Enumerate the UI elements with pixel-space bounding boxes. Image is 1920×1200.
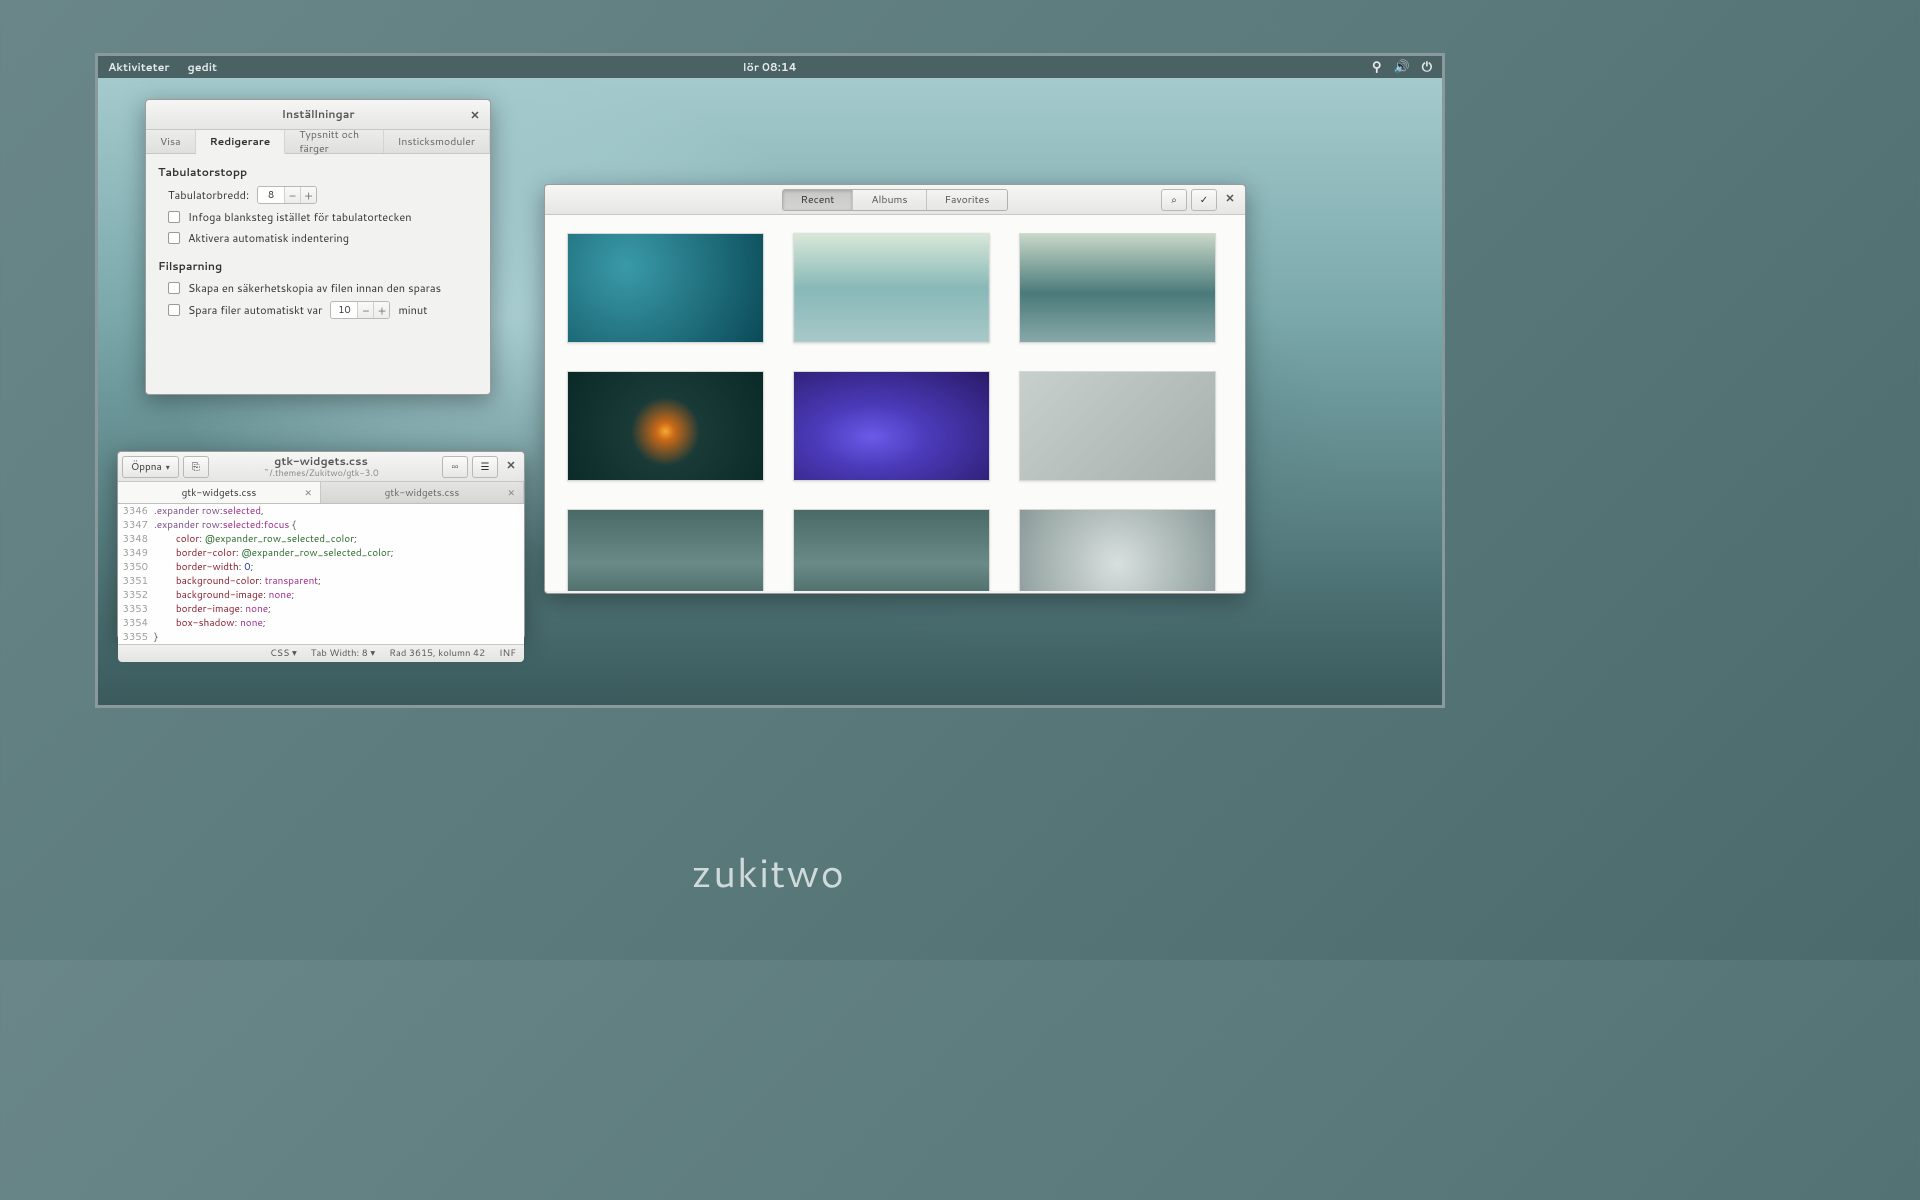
power-icon[interactable]: ⏻ bbox=[1422, 58, 1432, 76]
preferences-title: Inställningar bbox=[282, 108, 355, 121]
status-lang[interactable]: CSS ▾ bbox=[270, 647, 297, 660]
gedit-tabs: gtk-widgets.css✕ gtk-widgets.css✕ bbox=[118, 482, 524, 504]
label-insert-spaces: Infoga blanksteg istället för tabulatort… bbox=[188, 209, 412, 225]
hamburger-menu-button[interactable]: ☰ bbox=[472, 456, 498, 478]
close-icon[interactable]: ✕ bbox=[466, 106, 484, 124]
volume-icon[interactable]: 🔊 bbox=[1394, 58, 1410, 76]
code-editor[interactable]: 3346.expander row:selected,3347.expander… bbox=[118, 504, 524, 644]
thumbnail[interactable] bbox=[567, 371, 764, 481]
preferences-window: Inställningar ✕ Visa Redigerare Typsnitt… bbox=[145, 99, 491, 395]
thumbnail[interactable] bbox=[1019, 371, 1216, 481]
new-tab-button[interactable]: ⎘ bbox=[183, 456, 209, 478]
search-icon[interactable]: ⌕ bbox=[1161, 189, 1187, 211]
tab-width-value: 8 bbox=[258, 188, 284, 202]
theme-name-caption: zukitwo bbox=[691, 843, 845, 900]
autosave-value: 10 bbox=[331, 303, 357, 317]
tab-typsnitt[interactable]: Typsnitt och färger bbox=[285, 130, 383, 153]
clock[interactable]: lör 08:14 bbox=[743, 59, 797, 75]
thumbnail[interactable] bbox=[793, 371, 990, 481]
checkbox-autosave[interactable] bbox=[168, 304, 180, 316]
close-icon[interactable]: ✕ bbox=[507, 486, 515, 499]
select-icon[interactable]: ✓ bbox=[1191, 189, 1217, 211]
file-tab-2[interactable]: gtk-widgets.css✕ bbox=[321, 482, 524, 503]
gallery-window: Recent Albums Favorites ⌕ ✓ ✕ bbox=[544, 184, 1246, 594]
tab-visa[interactable]: Visa bbox=[146, 130, 196, 153]
tab-width-label: Tabulatorbredd: bbox=[168, 187, 249, 203]
top-panel: Aktiviteter gedit lör 08:14 ⚲ 🔊 ⏻ bbox=[98, 56, 1442, 78]
label-backup: Skapa en säkerhetskopia av filen innan d… bbox=[188, 280, 441, 296]
checkbox-insert-spaces[interactable] bbox=[168, 211, 180, 223]
checkbox-auto-indent[interactable] bbox=[168, 232, 180, 244]
tab-redigerare[interactable]: Redigerare bbox=[196, 130, 286, 154]
tab-recent[interactable]: Recent bbox=[783, 190, 854, 210]
monitor-frame: Aktiviteter gedit lör 08:14 ⚲ 🔊 ⏻ Instäl… bbox=[95, 53, 1445, 708]
gedit-titlebar[interactable]: Öppna▾ ⎘ gtk-widgets.css ~/.themes/Zukit… bbox=[118, 452, 524, 482]
spinner-minus-icon[interactable]: − bbox=[284, 186, 300, 204]
status-mode: INF bbox=[499, 647, 516, 660]
tab-favorites[interactable]: Favorites bbox=[927, 190, 1008, 210]
thumbnail[interactable] bbox=[567, 509, 764, 591]
appmenu-button[interactable]: gedit bbox=[188, 59, 218, 75]
close-icon[interactable]: ✕ bbox=[304, 486, 312, 499]
label-auto-indent: Aktivera automatisk indentering bbox=[188, 230, 349, 246]
open-button[interactable]: Öppna▾ bbox=[122, 456, 179, 478]
thumbnail[interactable] bbox=[1019, 509, 1216, 591]
gallery-segmented: Recent Albums Favorites bbox=[782, 189, 1009, 211]
thumbnail[interactable] bbox=[793, 509, 990, 591]
gallery-titlebar[interactable]: Recent Albums Favorites ⌕ ✓ ✕ bbox=[545, 185, 1245, 215]
chevron-down-icon: ▾ bbox=[166, 461, 170, 473]
preferences-titlebar[interactable]: Inställningar ✕ bbox=[146, 100, 490, 130]
thumbnail[interactable] bbox=[793, 233, 990, 343]
checkbox-backup[interactable] bbox=[168, 282, 180, 294]
tab-width-spinner[interactable]: 8 − + bbox=[257, 186, 317, 204]
label-autosave-pre: Spara filer automatiskt var bbox=[188, 302, 322, 318]
preferences-tabs: Visa Redigerare Typsnitt och färger Inst… bbox=[146, 130, 490, 154]
thumbnail[interactable] bbox=[1019, 233, 1216, 343]
status-tabwidth[interactable]: Tab Width: 8 ▾ bbox=[311, 647, 375, 660]
close-icon[interactable]: ✕ bbox=[502, 456, 520, 474]
autosave-spinner[interactable]: 10 − + bbox=[330, 301, 390, 319]
spinner-minus-icon[interactable]: − bbox=[357, 301, 373, 319]
section-tabstop: Tabulatorstopp bbox=[158, 164, 478, 180]
accessibility-icon[interactable]: ⚲ bbox=[1372, 58, 1382, 76]
gedit-window: Öppna▾ ⎘ gtk-widgets.css ~/.themes/Zukit… bbox=[117, 451, 525, 639]
desktop: Aktiviteter gedit lör 08:14 ⚲ 🔊 ⏻ Instäl… bbox=[98, 56, 1442, 705]
gedit-title: gtk-widgets.css ~/.themes/Zukitwo/gtk-3.… bbox=[263, 455, 378, 479]
thumbnail[interactable] bbox=[567, 233, 764, 343]
activities-button[interactable]: Aktiviteter bbox=[108, 59, 170, 75]
label-autosave-suf: minut bbox=[398, 302, 427, 318]
spinner-plus-icon[interactable]: + bbox=[300, 186, 316, 204]
spinner-plus-icon[interactable]: + bbox=[373, 301, 389, 319]
save-button[interactable]: ▫▫ bbox=[442, 456, 468, 478]
tab-albums[interactable]: Albums bbox=[853, 190, 926, 210]
file-tab-1[interactable]: gtk-widgets.css✕ bbox=[118, 482, 321, 503]
gallery-grid-scroller[interactable] bbox=[545, 215, 1245, 591]
close-icon[interactable]: ✕ bbox=[1221, 189, 1239, 207]
section-filesave: Filsparning bbox=[158, 258, 478, 274]
tab-insticksmoduler[interactable]: Insticksmoduler bbox=[384, 130, 490, 153]
status-position: Rad 3615, kolumn 42 bbox=[389, 647, 485, 660]
gedit-statusbar: CSS ▾ Tab Width: 8 ▾ Rad 3615, kolumn 42… bbox=[118, 644, 524, 662]
